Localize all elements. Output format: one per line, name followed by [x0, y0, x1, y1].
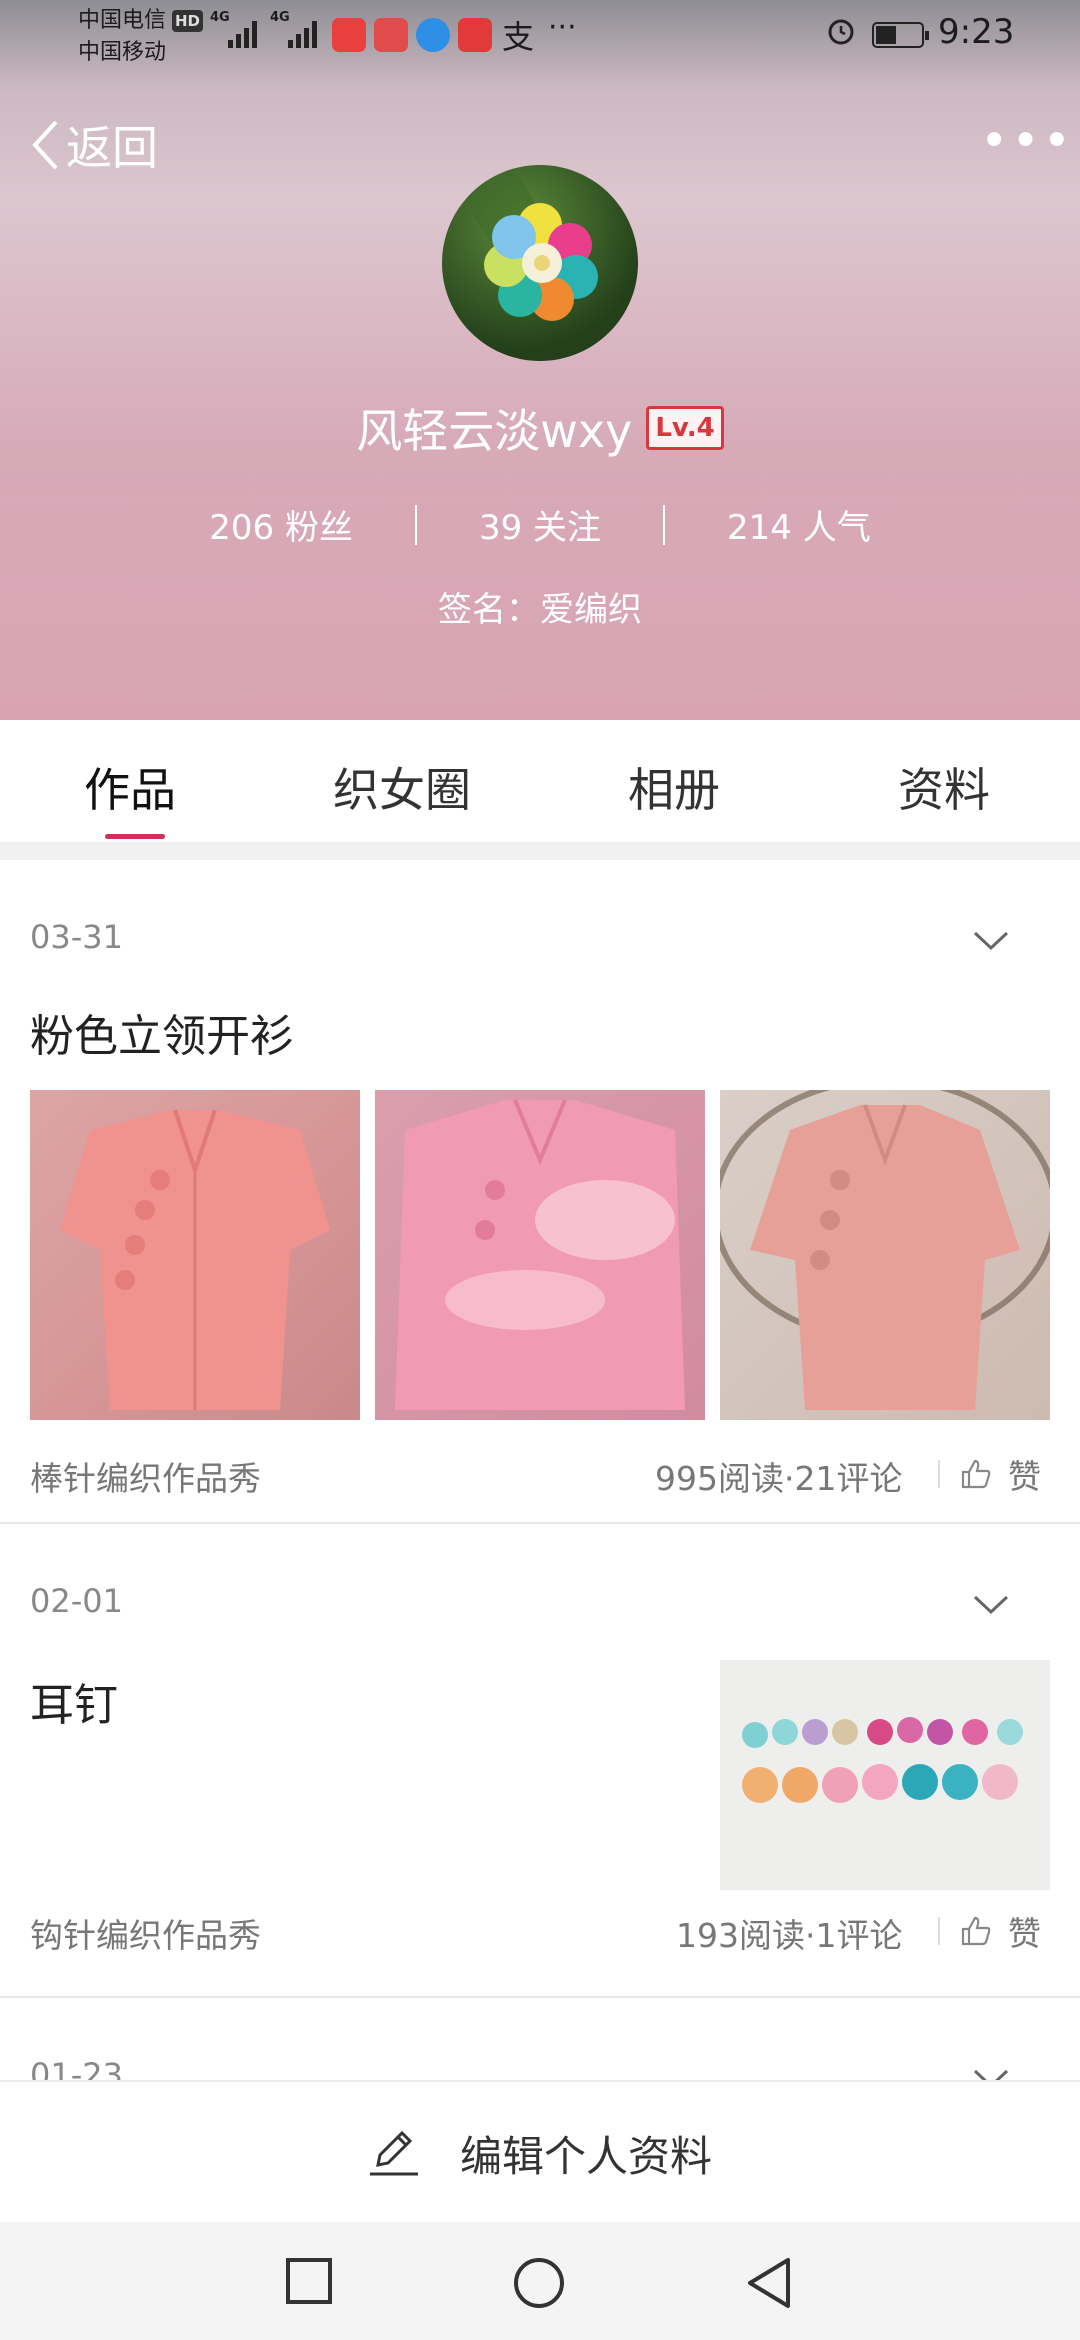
like-button[interactable]: 赞	[960, 1450, 1041, 1498]
chevron-down-icon[interactable]	[972, 1594, 1010, 1616]
battery-icon	[872, 22, 929, 48]
recent-apps-icon[interactable]	[284, 2256, 334, 2306]
post-category[interactable]: 棒针编织作品秀	[30, 1452, 261, 1500]
cardigan-photo	[30, 1090, 360, 1420]
home-icon[interactable]	[512, 2256, 566, 2310]
alarm-icon	[828, 19, 854, 45]
carrier-1: 中国电信	[78, 8, 167, 33]
carrier-2: 中国移动	[78, 40, 167, 65]
thumbs-up-icon	[961, 1916, 991, 1946]
edit-profile-button[interactable]: 编辑个人资料	[0, 2080, 1080, 2224]
network-type-2: 4G	[270, 10, 290, 25]
meta-divider	[938, 1460, 940, 1488]
signature: 签名：爱编织	[438, 590, 642, 630]
active-tab-indicator	[105, 834, 165, 839]
like-label: 赞	[1008, 1914, 1041, 1953]
username-row: 风轻云淡wxy Lv.4	[0, 395, 1080, 461]
post-date: 02-01	[30, 1582, 123, 1620]
level-badge: Lv.4	[646, 406, 724, 450]
tab-knitting-circle[interactable]: 织女圈	[333, 754, 471, 820]
post-stats: 995阅读·21评论	[655, 1459, 903, 1498]
chevron-down-icon[interactable]	[972, 930, 1010, 952]
post-stats: 193阅读·1评论	[676, 1916, 903, 1955]
tab-works[interactable]: 作品	[84, 754, 176, 820]
hd-icon: HD	[172, 10, 204, 32]
earrings-photo	[742, 1717, 1023, 1803]
crochet-flower-image	[458, 165, 598, 321]
post-image[interactable]	[375, 1090, 705, 1420]
stat-popularity[interactable]: 214 人气	[665, 500, 933, 549]
more-notifications-icon: ···	[548, 10, 577, 45]
tab-profile-info[interactable]: 资料	[898, 754, 990, 820]
meta-divider	[938, 1917, 940, 1945]
post-date: 03-31	[30, 918, 123, 956]
section-divider	[0, 842, 1080, 860]
more-options-button[interactable]: •••	[980, 117, 1074, 165]
post-image[interactable]	[720, 1090, 1050, 1420]
chevron-left-icon	[32, 120, 58, 170]
profile-tabs: 作品 织女圈 相册 资料	[0, 720, 1080, 842]
avatar[interactable]	[442, 165, 638, 361]
signal-icon-1	[228, 18, 257, 48]
like-button[interactable]: 赞	[960, 1907, 1041, 1955]
browser-app-icon	[416, 18, 450, 52]
stat-followers[interactable]: 206 粉丝	[147, 500, 415, 549]
clock: 9:23	[938, 12, 1015, 52]
post-title: 粉色立领开衫	[30, 1011, 294, 1062]
stat-following[interactable]: 39 关注	[417, 500, 663, 549]
post-image[interactable]	[30, 1090, 360, 1420]
reader-app-icon	[374, 18, 408, 52]
profile-stats: 206 粉丝 39 关注 214 人气	[0, 500, 1080, 549]
pencil-icon	[369, 2130, 418, 2176]
post-divider	[0, 1522, 1080, 1524]
edit-profile-label: 编辑个人资料	[459, 2131, 712, 2181]
back-label: 返回	[66, 121, 158, 175]
alipay-icon: 支	[502, 18, 535, 56]
post-divider	[0, 1996, 1080, 1998]
like-label: 赞	[1008, 1457, 1041, 1496]
huawei-app-icon	[332, 18, 366, 52]
network-type-1: 4G	[210, 10, 230, 25]
cardigan-photo	[375, 1090, 705, 1420]
post-category[interactable]: 钩针编织作品秀	[30, 1909, 261, 1957]
cardigan-photo	[720, 1090, 1050, 1410]
post-title: 耳钉	[30, 1680, 118, 1731]
system-navigation-bar	[0, 2222, 1080, 2340]
shopping-app-icon	[458, 18, 492, 52]
thumbs-up-icon	[961, 1459, 991, 1489]
status-bar: 中国电信 中国移动 HD 4G 4G 支 ··· 9:23	[0, 0, 1080, 80]
post-image[interactable]	[720, 1660, 1050, 1890]
signal-icon-2	[288, 18, 317, 48]
back-nav-icon[interactable]	[744, 2256, 794, 2310]
tab-album[interactable]: 相册	[628, 754, 720, 820]
username: 风轻云淡wxy	[356, 404, 633, 458]
back-button[interactable]: 返回	[30, 115, 158, 175]
